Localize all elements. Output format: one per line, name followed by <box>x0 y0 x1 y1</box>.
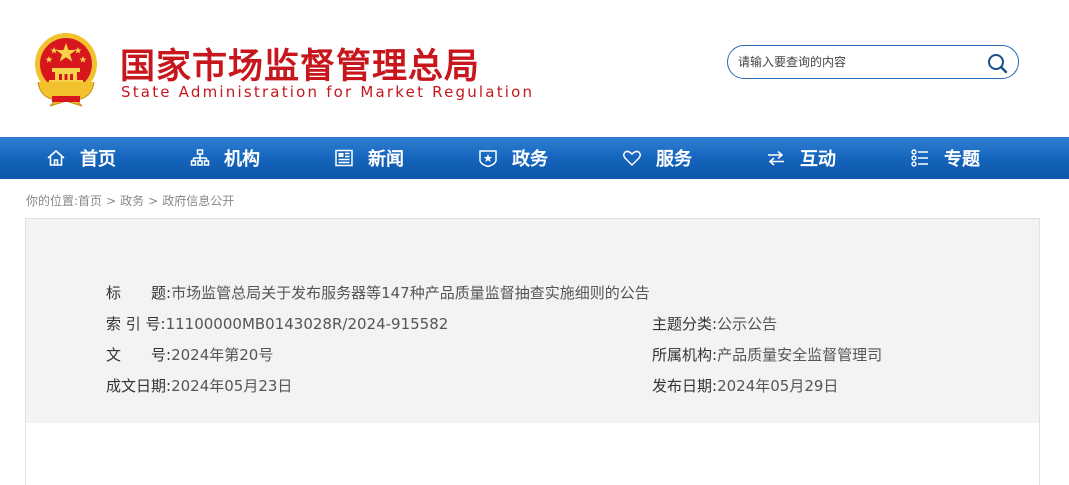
org-chart-icon <box>190 149 210 166</box>
nav-item-news[interactable]: 新闻 <box>334 137 404 179</box>
search-icon[interactable] <box>986 52 1008 74</box>
breadcrumb-separator: > <box>148 194 159 208</box>
nav-item-label: 政务 <box>512 149 548 170</box>
nav-item-label: 首页 <box>80 149 116 170</box>
info-row-docno: 文 号:2024年第20号 <box>106 344 273 365</box>
nav-item-label: 服务 <box>656 149 692 170</box>
breadcrumb-link-info-disclosure[interactable]: 政府信息公开 <box>162 194 234 208</box>
info-row-category: 主题分类:公示公告 <box>652 313 777 334</box>
info-value-docno: 2024年第20号 <box>171 346 274 364</box>
national-emblem-icon[interactable] <box>30 30 102 108</box>
info-row-org: 所属机构:产品质量安全监督管理司 <box>652 344 882 365</box>
search-box <box>727 45 1019 79</box>
document-info-panel: 标 题:市场监管总局关于发布服务器等147种产品质量监督抽查实施细则的公告 索 … <box>25 218 1040 424</box>
info-label-index: 索 引 号: <box>106 315 166 333</box>
search-input[interactable] <box>738 52 978 72</box>
info-row-created: 成文日期:2024年05月23日 <box>106 375 292 396</box>
breadcrumb-prefix: 你的位置: <box>26 194 79 208</box>
info-row-index: 索 引 号:11100000MB0143028R/2024-915582 <box>106 313 448 334</box>
topic-list-icon <box>911 149 928 167</box>
nav-item-label: 专题 <box>944 149 980 170</box>
breadcrumb-separator: > <box>106 194 117 208</box>
breadcrumb-link-home[interactable]: 首页 <box>78 194 102 208</box>
government-badge-icon <box>479 150 497 168</box>
main-nav: 首页 机构 新闻 政务 服务 互动 专题 <box>0 137 1069 179</box>
breadcrumb-link-government[interactable]: 政务 <box>120 194 144 208</box>
nav-item-interaction[interactable]: 互动 <box>766 137 836 179</box>
info-value-org: 产品质量安全监督管理司 <box>717 346 883 364</box>
heart-icon <box>623 150 641 167</box>
nav-item-topics[interactable]: 专题 <box>910 137 980 179</box>
exchange-arrows-icon <box>768 150 784 166</box>
breadcrumb: 你的位置:首页 > 政务 > 政府信息公开 <box>26 192 234 209</box>
info-value-title: 市场监管总局关于发布服务器等147种产品质量监督抽查实施细则的公告 <box>171 284 650 302</box>
document-content-area <box>25 423 1040 485</box>
info-row-title: 标 题:市场监管总局关于发布服务器等147种产品质量监督抽查实施细则的公告 <box>106 282 650 303</box>
info-value-created: 2024年05月23日 <box>171 377 293 395</box>
newspaper-icon <box>335 149 353 167</box>
info-label-published: 发布日期: <box>652 377 718 395</box>
home-icon <box>47 149 65 166</box>
nav-item-label: 机构 <box>224 149 260 170</box>
site-title-en[interactable]: State Administration for Market Regulati… <box>121 83 534 101</box>
info-value-published: 2024年05月29日 <box>717 377 839 395</box>
info-label-created: 成文日期: <box>106 377 172 395</box>
nav-item-organization[interactable]: 机构 <box>190 137 260 179</box>
nav-item-home[interactable]: 首页 <box>46 137 116 179</box>
info-label-org: 所属机构: <box>652 346 718 364</box>
site-title-cn[interactable]: 国家市场监督管理总局 <box>120 38 480 89</box>
site-header: 国家市场监督管理总局 State Administration for Mark… <box>0 0 1069 137</box>
info-value-index: 11100000MB0143028R/2024-915582 <box>165 315 449 333</box>
nav-item-label: 互动 <box>800 149 836 170</box>
nav-item-services[interactable]: 服务 <box>622 137 692 179</box>
info-row-published: 发布日期:2024年05月29日 <box>652 375 838 396</box>
info-value-category: 公示公告 <box>717 315 778 333</box>
info-label-docno: 文 号: <box>106 346 172 364</box>
info-label-category: 主题分类: <box>652 315 718 333</box>
info-label-title: 标 题: <box>106 284 172 302</box>
nav-item-government[interactable]: 政务 <box>478 137 548 179</box>
nav-item-label: 新闻 <box>368 149 404 170</box>
